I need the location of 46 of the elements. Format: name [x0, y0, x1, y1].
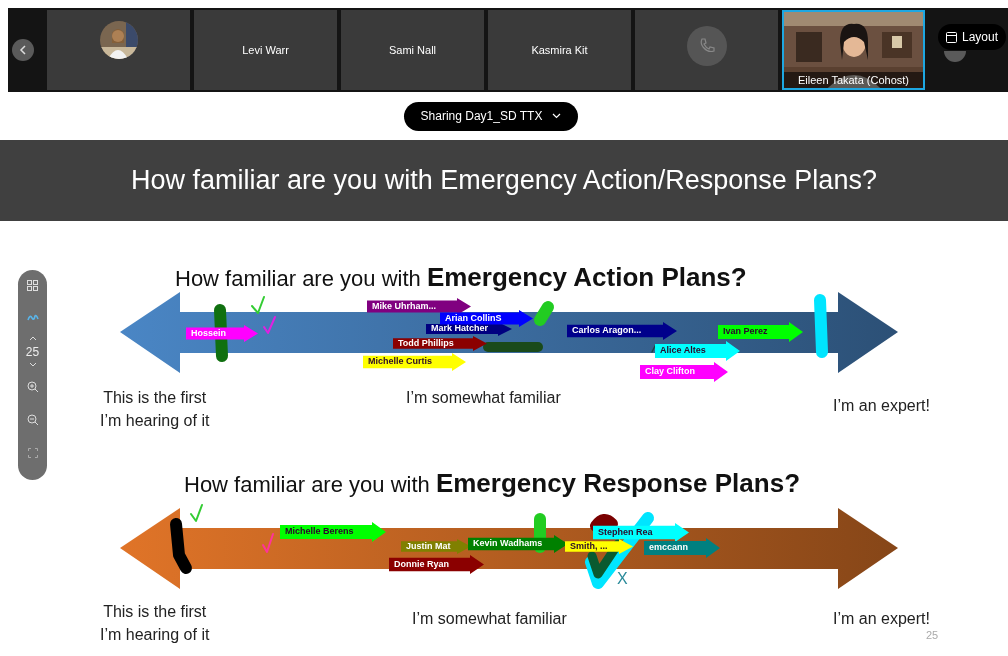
- zoom-in-icon[interactable]: [26, 381, 39, 393]
- participant-name: Sami Nall: [388, 42, 437, 58]
- scale-label: This is the first I’m hearing of it: [100, 388, 210, 431]
- participant-tile[interactable]: [47, 10, 190, 90]
- participant-name: Eileen Takata (Cohost): [784, 72, 923, 88]
- participant-tile[interactable]: Eileen Takata (Cohost): [782, 10, 925, 90]
- scale-label: I’m somewhat familiar: [412, 609, 567, 629]
- ink-letter: X: [617, 569, 628, 589]
- caret-icon: [552, 113, 562, 119]
- ink-stroke: [651, 345, 656, 353]
- chevron-up-icon[interactable]: [28, 336, 37, 341]
- grid-icon[interactable]: [27, 280, 38, 291]
- scale-label: This is the first I’m hearing of it: [100, 602, 210, 645]
- participant-tile[interactable]: Kasmira Kit: [488, 10, 631, 90]
- checkmark-drawing: [190, 504, 203, 522]
- ink-stroke: [170, 518, 192, 574]
- checkmark-drawing: [262, 533, 274, 553]
- participant-name: Kasmira Kit: [531, 42, 588, 58]
- participant-name: Levi Warr: [242, 42, 289, 58]
- chart-heading: How familiar are you with Emergency Action Plans?: [175, 264, 747, 292]
- next-button[interactable]: [944, 51, 966, 62]
- checkmark-drawing: [251, 296, 265, 314]
- fit-screen-icon[interactable]: [27, 448, 38, 458]
- zoom-out-icon[interactable]: [26, 414, 39, 426]
- participant-tile[interactable]: Sami Nall: [341, 10, 484, 90]
- chart-heading: How familiar are you with Emergency Response Plans?: [184, 470, 800, 498]
- checkmark-drawing: [263, 316, 276, 334]
- chevron-down-icon[interactable]: [28, 362, 37, 367]
- participant-tile[interactable]: [635, 10, 778, 90]
- ink-stroke: [534, 301, 554, 326]
- phone-icon: [686, 26, 727, 66]
- ink-stroke: [814, 294, 828, 358]
- previous-button[interactable]: [12, 39, 34, 61]
- pen-icon[interactable]: [26, 313, 39, 322]
- scale-label: I’m an expert!: [833, 396, 930, 416]
- scale-label: I’m somewhat familiar: [406, 388, 561, 408]
- layout-button[interactable]: Layout: [938, 24, 1007, 50]
- scale-label: I’m an expert!: [833, 609, 930, 629]
- page-number: 25: [926, 628, 939, 643]
- chevron-left-icon: [19, 45, 27, 55]
- page-number-field[interactable]: 25: [25, 344, 40, 360]
- sharing-dropdown[interactable]: Sharing Day1_SD TTX: [403, 101, 579, 131]
- slide-title: How familiar are you with Emergency Action/Response Plans?: [131, 164, 877, 198]
- participant-tile[interactable]: Levi Warr: [194, 10, 337, 90]
- ink-stroke: [483, 342, 543, 352]
- layout-icon: [946, 31, 957, 43]
